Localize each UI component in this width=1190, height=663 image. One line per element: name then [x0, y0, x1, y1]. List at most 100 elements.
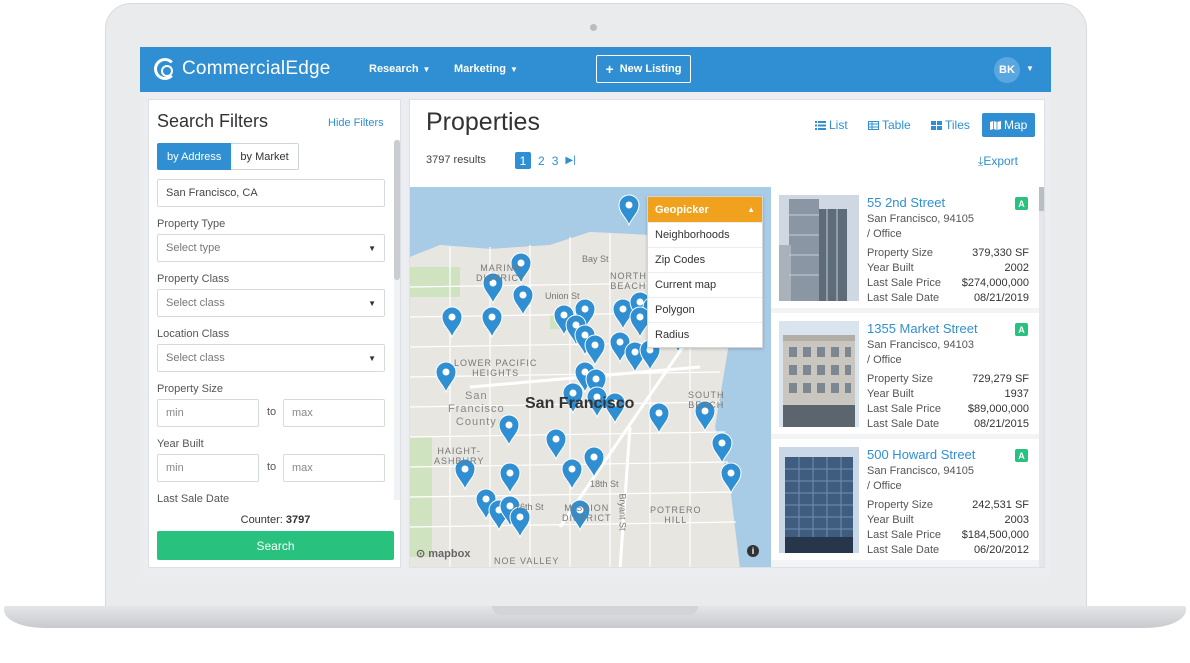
- laptop-notch: [492, 606, 698, 615]
- geopicker-header[interactable]: Geopicker ▲: [648, 197, 762, 222]
- map-pin-dot: [552, 435, 560, 443]
- hide-filters-link[interactable]: Hide Filters: [328, 117, 384, 129]
- map-pin-dot: [560, 311, 568, 319]
- view-table-button[interactable]: Table: [868, 113, 911, 137]
- view-tiles-button[interactable]: Tiles: [931, 113, 970, 137]
- brand-logo[interactable]: CommercialEdge: [154, 58, 331, 80]
- scrollbar-thumb[interactable]: [1039, 187, 1044, 211]
- results-count: 3797 results: [426, 154, 486, 166]
- price-label: Last Sale Price: [867, 529, 941, 541]
- year-label: Year Built: [867, 514, 914, 526]
- map-label-potrero: POTRERO HILL: [650, 505, 702, 525]
- chevron-down-icon: ▼: [509, 65, 518, 74]
- export-button[interactable]: ⤓Export: [978, 154, 1018, 169]
- listing-title[interactable]: 55 2nd Street: [867, 195, 945, 210]
- caret-down-icon: ▼: [368, 243, 376, 253]
- address-input[interactable]: San Francisco, CA: [157, 179, 385, 207]
- filters-title: Search Filters: [157, 111, 269, 131]
- listing-card[interactable]: 55 2nd Street A San Francisco, 94105 / Of…: [771, 187, 1039, 308]
- geopicker-current-map[interactable]: Current map: [648, 272, 762, 297]
- properties-panel: Properties List Table Tiles Map 3797 res…: [409, 99, 1045, 568]
- property-class-placeholder: Select class: [166, 297, 225, 309]
- year-value: 2003: [1004, 514, 1029, 526]
- map-pin-dot: [506, 469, 514, 477]
- map-pin-dot: [482, 495, 490, 503]
- mapbox-attribution[interactable]: ⊙ mapbox: [416, 547, 470, 560]
- year-built-to-label: to: [267, 461, 277, 473]
- year-built-max-input[interactable]: max: [283, 454, 385, 482]
- search-button[interactable]: Search: [157, 531, 394, 560]
- date-label: Last Sale Date: [867, 544, 940, 556]
- filters-scrollbar[interactable]: [394, 140, 400, 500]
- listing-type: / Office: [867, 480, 902, 492]
- scrollbar-thumb[interactable]: [394, 140, 400, 280]
- view-list-label: List: [829, 118, 848, 132]
- user-avatar[interactable]: BK: [994, 57, 1020, 83]
- page-1[interactable]: 1: [515, 152, 531, 169]
- date-label: Last Sale Date: [867, 292, 940, 304]
- nav-marketing[interactable]: Marketing ▼: [454, 63, 518, 75]
- class-badge: A: [1015, 323, 1028, 336]
- tab-by-address[interactable]: by Address: [157, 143, 232, 170]
- caret-down-icon: ▼: [368, 353, 376, 363]
- listing-card[interactable]: 500 Howard Street A San Francisco, 94105…: [771, 439, 1039, 560]
- info-icon[interactable]: i: [747, 545, 759, 557]
- location-class-select[interactable]: Select class ▼: [157, 344, 385, 372]
- geopicker-zip-codes[interactable]: Zip Codes: [648, 247, 762, 272]
- map-label-union-st: Union St: [545, 291, 580, 301]
- geopicker-polygon[interactable]: Polygon: [648, 297, 762, 322]
- geopicker-title: Geopicker: [655, 203, 709, 216]
- map-pin-dot: [519, 291, 527, 299]
- top-navbar: CommercialEdge Research ▼ Marketing ▼ + Ne…: [140, 47, 1051, 92]
- year-built-min-input[interactable]: min: [157, 454, 259, 482]
- property-size-max-input[interactable]: max: [283, 399, 385, 427]
- nav-research[interactable]: Research ▼: [369, 63, 430, 75]
- page-3[interactable]: 3: [552, 154, 559, 168]
- tab-by-market[interactable]: by Market: [231, 143, 299, 170]
- property-type-label: Property Type: [157, 218, 226, 230]
- map-pin-dot: [592, 375, 600, 383]
- price-value: $184,500,000: [961, 529, 1029, 541]
- listing-year-row: Year Built 2003: [867, 514, 1029, 526]
- price-value: $89,000,000: [967, 403, 1029, 415]
- property-type-select[interactable]: Select type ▼: [157, 234, 385, 262]
- listing-cards: 55 2nd Street A San Francisco, 94105 / Of…: [771, 187, 1044, 567]
- property-class-select[interactable]: Select class ▼: [157, 289, 385, 317]
- building-photo: [779, 447, 859, 553]
- page-title: Properties: [426, 108, 540, 136]
- chevron-down-icon[interactable]: ▼: [1026, 64, 1034, 73]
- cards-scrollbar[interactable]: [1039, 187, 1044, 567]
- map-view[interactable]: MARINA DISTRICT Bay St NORTH BEACH Union S…: [410, 187, 771, 567]
- listing-card[interactable]: 1355 Market Street A San Francisco, 9410…: [771, 313, 1039, 434]
- location-class-placeholder: Select class: [166, 352, 225, 364]
- listing-title[interactable]: 500 Howard Street: [867, 447, 975, 462]
- map-pin-dot: [631, 348, 639, 356]
- property-size-to-label: to: [267, 406, 277, 418]
- map-pin-dot: [590, 453, 598, 461]
- geopicker-radius[interactable]: Radius: [648, 322, 762, 347]
- last-page-icon[interactable]: ▶|: [565, 155, 575, 166]
- listing-title[interactable]: 1355 Market Street: [867, 321, 978, 336]
- listing-type: / Office: [867, 228, 902, 240]
- size-label: Property Size: [867, 373, 934, 385]
- map-pin-dot: [619, 305, 627, 313]
- size-value: 379,330 SF: [972, 247, 1029, 259]
- geopicker-neighborhoods[interactable]: Neighborhoods: [648, 222, 762, 247]
- webcam: [590, 24, 597, 31]
- address-value: San Francisco, CA: [166, 187, 258, 199]
- listing-city: San Francisco, 94103: [867, 339, 975, 351]
- new-listing-button[interactable]: + New Listing: [596, 55, 691, 83]
- page-2[interactable]: 2: [538, 154, 545, 168]
- property-size-min-input[interactable]: min: [157, 399, 259, 427]
- price-label: Last Sale Price: [867, 403, 941, 415]
- view-list-button[interactable]: List: [815, 113, 848, 137]
- pagination: 1 2 3 ▶|: [515, 152, 576, 169]
- listing-price-row: Last Sale Price $274,000,000: [867, 277, 1029, 289]
- listing-year-row: Year Built 1937: [867, 388, 1029, 400]
- date-value: 08/21/2019: [973, 292, 1029, 304]
- result-counter: Counter: 3797: [149, 514, 400, 526]
- map-pin-dot: [625, 201, 633, 209]
- view-map-button[interactable]: Map: [982, 113, 1036, 137]
- date-label: Last Sale Date: [867, 418, 940, 430]
- date-value: 06/20/2012: [973, 544, 1029, 556]
